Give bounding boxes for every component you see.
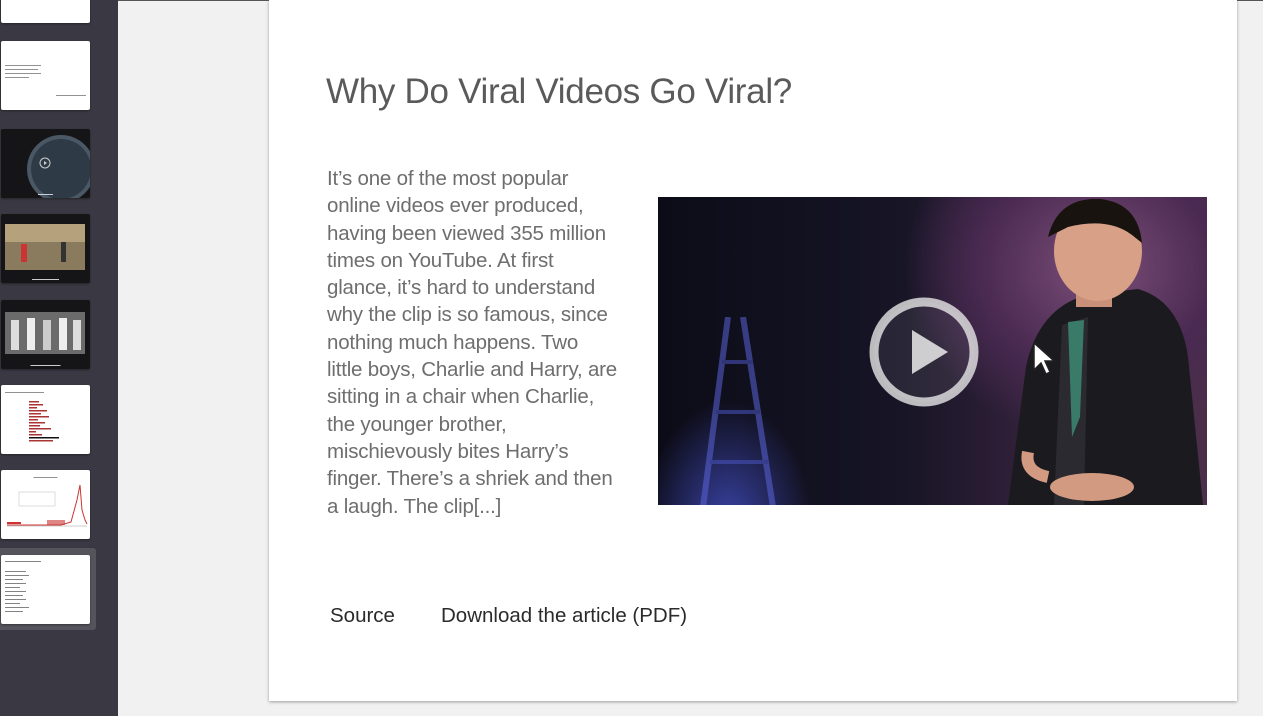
line-chart-thumbnail — [7, 484, 88, 527]
slide-thumbnail-2[interactable]: ▬▬▬▬▬▬▬▬▬▬▬▬ ▬▬▬▬▬▬▬▬▬▬▬ ▬▬▬▬▬▬▬▬▬▬▬▬ ▬▬▬▬▬… — [1, 41, 90, 110]
slide-thumbnail-6[interactable]: ▬▬▬▬▬▬▬▬▬▬▬▬▬ — [1, 385, 90, 454]
speaker-image — [1008, 198, 1203, 505]
article-excerpt: It’s one of the most popular online vide… — [327, 167, 617, 518]
slide-thumbnail-1[interactable] — [1, 0, 90, 23]
group-video-thumbnail — [5, 312, 85, 354]
video-player[interactable] — [658, 197, 1207, 505]
play-icon[interactable] — [868, 296, 980, 408]
slide-thumbnail-8[interactable]: ▬▬▬▬▬▬▬▬▬▬▬▬ ▬▬▬▬▬▬▬ ▬▬▬▬▬▬▬▬ ▬▬▬▬▬▬ ▬▬▬▬▬▬… — [1, 555, 90, 624]
source-link[interactable]: Source — [330, 604, 395, 628]
ladder-background — [700, 317, 776, 505]
slide-thumbnail-7[interactable]: ▬▬▬▬▬▬▬▬ — [1, 470, 90, 539]
slide-thumbnail-sidebar[interactable]: ▬▬▬▬▬▬▬▬▬▬▬▬ ▬▬▬▬▬▬▬▬▬▬▬ ▬▬▬▬▬▬▬▬▬▬▬▬ ▬▬▬▬▬… — [0, 0, 118, 716]
slide-thumbnail-3[interactable]: ▬▬▬▬▬ — [1, 129, 90, 198]
bar-chart-thumbnail — [29, 401, 59, 442]
square-video-thumbnail — [5, 224, 85, 270]
slide-thumbnail-5[interactable]: ▬▬▬▬▬▬▬▬▬▬ — [1, 300, 90, 369]
mouse-pointer-icon — [1033, 342, 1055, 376]
earth-video-thumbnail — [27, 135, 90, 198]
slide-title: Why Do Viral Videos Go Viral? — [326, 72, 792, 111]
download-pdf-link[interactable]: Download the article (PDF) — [441, 604, 687, 628]
slide-thumbnail-4[interactable]: ▬▬▬▬▬▬▬▬▬ — [1, 214, 90, 283]
slide-canvas: Why Do Viral Videos Go Viral? It’s one o… — [269, 0, 1237, 701]
